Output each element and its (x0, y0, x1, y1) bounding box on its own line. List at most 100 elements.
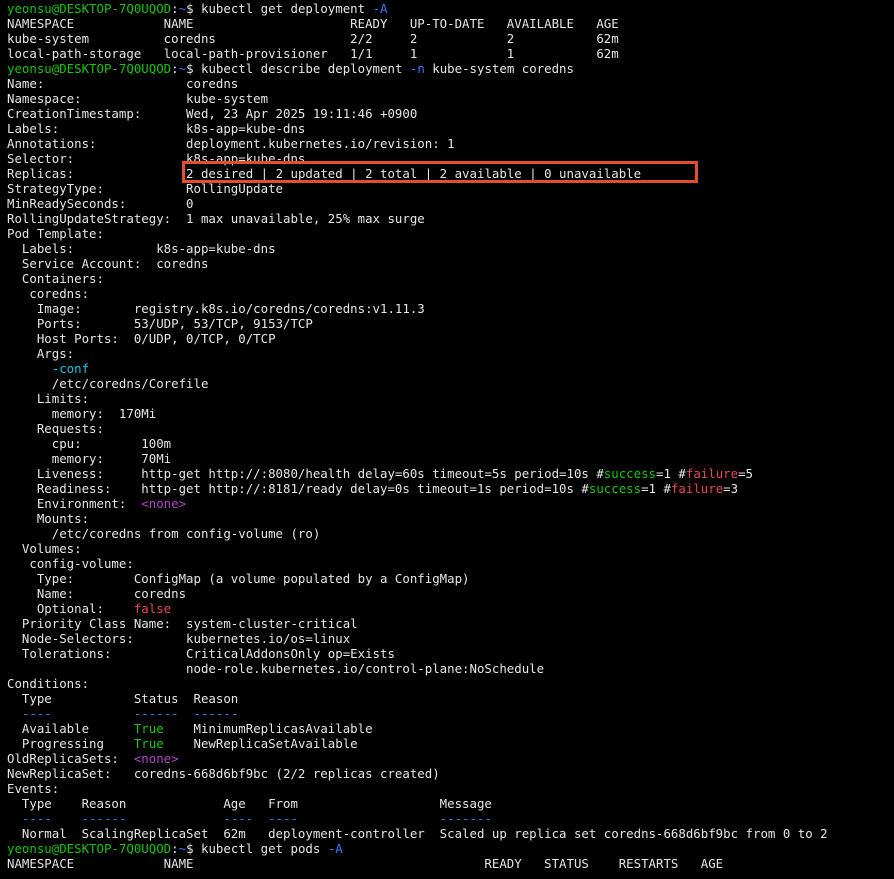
command-text: kubectl get pods (200, 841, 328, 856)
hash: # (581, 481, 589, 496)
events-header: Type Reason Age From Message (7, 796, 492, 811)
container-requests: Requests: (7, 421, 104, 436)
command-flag: -A (372, 1, 388, 16)
describe-min-ready: MinReadySeconds: 0 (7, 196, 194, 211)
prompt-dollar: $ (186, 841, 201, 856)
describe-strategy-type: StrategyType: RollingUpdate (7, 181, 284, 196)
table-header: NAMESPACE NAME READY UP-TO-DATE AVAILABL… (7, 16, 619, 31)
container-liveness: Liveness: http-get http://:8080/health d… (7, 466, 894, 481)
describe-pod-template: Pod Template: (7, 226, 104, 241)
success-label: success (603, 466, 657, 481)
condition-progressing: Progressing True NewReplicaSetAvailable (7, 736, 894, 751)
separator: ---- ------ ---- ---- ------- (21, 811, 492, 826)
pod-template-labels: Labels: k8s-app=kube-dns (7, 241, 276, 256)
condition-status: True (133, 736, 164, 751)
conditions-heading: Conditions: (7, 676, 90, 691)
separator-gap (179, 706, 194, 721)
hash: # (678, 466, 686, 481)
container-host-ports: Host Ports: 0/UDP, 0/TCP, 0/TCP (7, 331, 276, 346)
old-replica-sets: OldReplicaSets: <none> (7, 751, 894, 766)
table-row: local-path-storage local-path-provisione… (7, 46, 619, 61)
tolerations: Tolerations: CriticalAddonsOnly op=Exist… (7, 646, 395, 661)
node-selectors: Node-Selectors: kubernetes.io/os=linux (7, 631, 351, 646)
readiness-end: =3 (723, 481, 739, 496)
new-replica-set: NewReplicaSet: coredns-668d6bf9bc (2/2 r… (7, 766, 440, 781)
readiness-text: Readiness: http-get http://:8181/ready d… (7, 481, 582, 496)
container-mounts: Mounts: (7, 511, 90, 526)
liveness-mid: =1 (656, 466, 679, 481)
tolerations-continued: node-role.kubernetes.io/control-plane:No… (7, 661, 545, 676)
prompt-user-host: yeonsu@DESKTOP-7Q0UQOD (7, 1, 172, 16)
hash: # (663, 481, 671, 496)
command-text: kubectl get deployment (200, 1, 373, 16)
volumes-heading: Volumes: (7, 541, 82, 556)
separator: ---- (7, 706, 134, 721)
container-mount-path: /etc/coredns from config-volume (ro) (7, 526, 321, 541)
optional-key: Optional: (7, 601, 134, 616)
prompt-user-host: yeonsu@DESKTOP-7Q0UQOD (7, 61, 172, 76)
replicas-highlight-box (182, 161, 698, 183)
containers-heading: Containers: (7, 271, 104, 286)
container-limits: Limits: (7, 391, 90, 406)
old-replica-sets-key: OldReplicaSets: (7, 751, 134, 766)
container-ports: Ports: 53/UDP, 53/TCP, 9153/TCP (7, 316, 313, 331)
command-text: kubectl describe deployment (200, 61, 410, 76)
conditions-header: Type Status Reason (7, 691, 239, 706)
describe-labels: Labels: k8s-app=kube-dns (7, 121, 306, 136)
prompt-path: ~ (178, 841, 187, 856)
condition-reason: MinimumReplicasAvailable (163, 721, 373, 736)
separator: ------ (133, 706, 179, 721)
condition-type: Progressing (7, 736, 134, 751)
conf-flag: -conf (51, 361, 90, 376)
events-separator: ---- ------ ---- ---- ------- (7, 811, 894, 826)
prompt-dollar: $ (186, 1, 201, 16)
describe-namespace: Namespace: kube-system (7, 91, 269, 106)
environment-key: Environment: (7, 496, 142, 511)
volume-name: config-volume: (7, 556, 134, 571)
volume-optional: Optional: false (7, 601, 894, 616)
volume-type: Type: ConfigMap (a volume populated by a… (7, 571, 470, 586)
volume-configmap-name: Name: coredns (7, 586, 187, 601)
condition-available: Available True MinimumReplicasAvailable (7, 721, 894, 736)
conditions-separator: ---- ------ ------ (7, 706, 894, 721)
container-environment: Environment: <none> (7, 496, 894, 511)
condition-type: Available (7, 721, 134, 736)
describe-rolling-strategy: RollingUpdateStrategy: 1 max unavailable… (7, 211, 425, 226)
replicas-key: Replicas: (7, 166, 187, 181)
success-label: success (588, 481, 642, 496)
optional-value: false (133, 601, 172, 616)
event-row: Normal ScalingReplicaSet 62m deployment-… (7, 826, 828, 841)
container-name: coredns: (7, 286, 90, 301)
describe-creation-timestamp: CreationTimestamp: Wed, 23 Apr 2025 19:1… (7, 106, 418, 121)
prompt-sep: : (171, 61, 179, 76)
prompt-line: yeonsu@DESKTOP-7Q0UQOD:~$ kubectl get po… (7, 841, 894, 856)
container-requests-cpu: cpu: 100m (7, 436, 172, 451)
events-heading: Events: (7, 781, 60, 796)
command-flag: -n (409, 61, 425, 76)
terminal-window[interactable]: yeonsu@DESKTOP-7Q0UQOD:~$ kubectl get de… (0, 0, 894, 879)
container-limits-memory: memory: 170Mi (7, 406, 157, 421)
readiness-mid: =1 (641, 481, 664, 496)
prompt-sep: : (171, 841, 179, 856)
command-text: kube-system coredns (424, 61, 574, 76)
container-arg-conf: -conf (7, 361, 894, 376)
prompt-path: ~ (178, 1, 187, 16)
describe-name: Name: coredns (7, 76, 239, 91)
container-arg-corefile: /etc/coredns/Corefile (7, 376, 209, 391)
liveness-text: Liveness: http-get http://:8080/health d… (7, 466, 597, 481)
container-image: Image: registry.k8s.io/coredns/coredns:v… (7, 301, 425, 316)
table-row: kube-system coredns 2/2 2 2 62m (7, 31, 619, 46)
liveness-end: =5 (738, 466, 754, 481)
old-replica-sets-value: <none> (133, 751, 179, 766)
prompt-dollar: $ (186, 61, 201, 76)
prompt-line: yeonsu@DESKTOP-7Q0UQOD:~$ kubectl get de… (7, 1, 894, 16)
command-flag: -A (327, 841, 343, 856)
pod-template-service-account: Service Account: coredns (7, 256, 209, 271)
hash: # (596, 466, 604, 481)
describe-annotations: Annotations: deployment.kubernetes.io/re… (7, 136, 455, 151)
table-header: NAMESPACE NAME READY STATUS RESTARTS AGE (7, 856, 724, 871)
container-readiness: Readiness: http-get http://:8181/ready d… (7, 481, 894, 496)
container-args: Args: (7, 346, 75, 361)
failure-label: failure (670, 481, 724, 496)
